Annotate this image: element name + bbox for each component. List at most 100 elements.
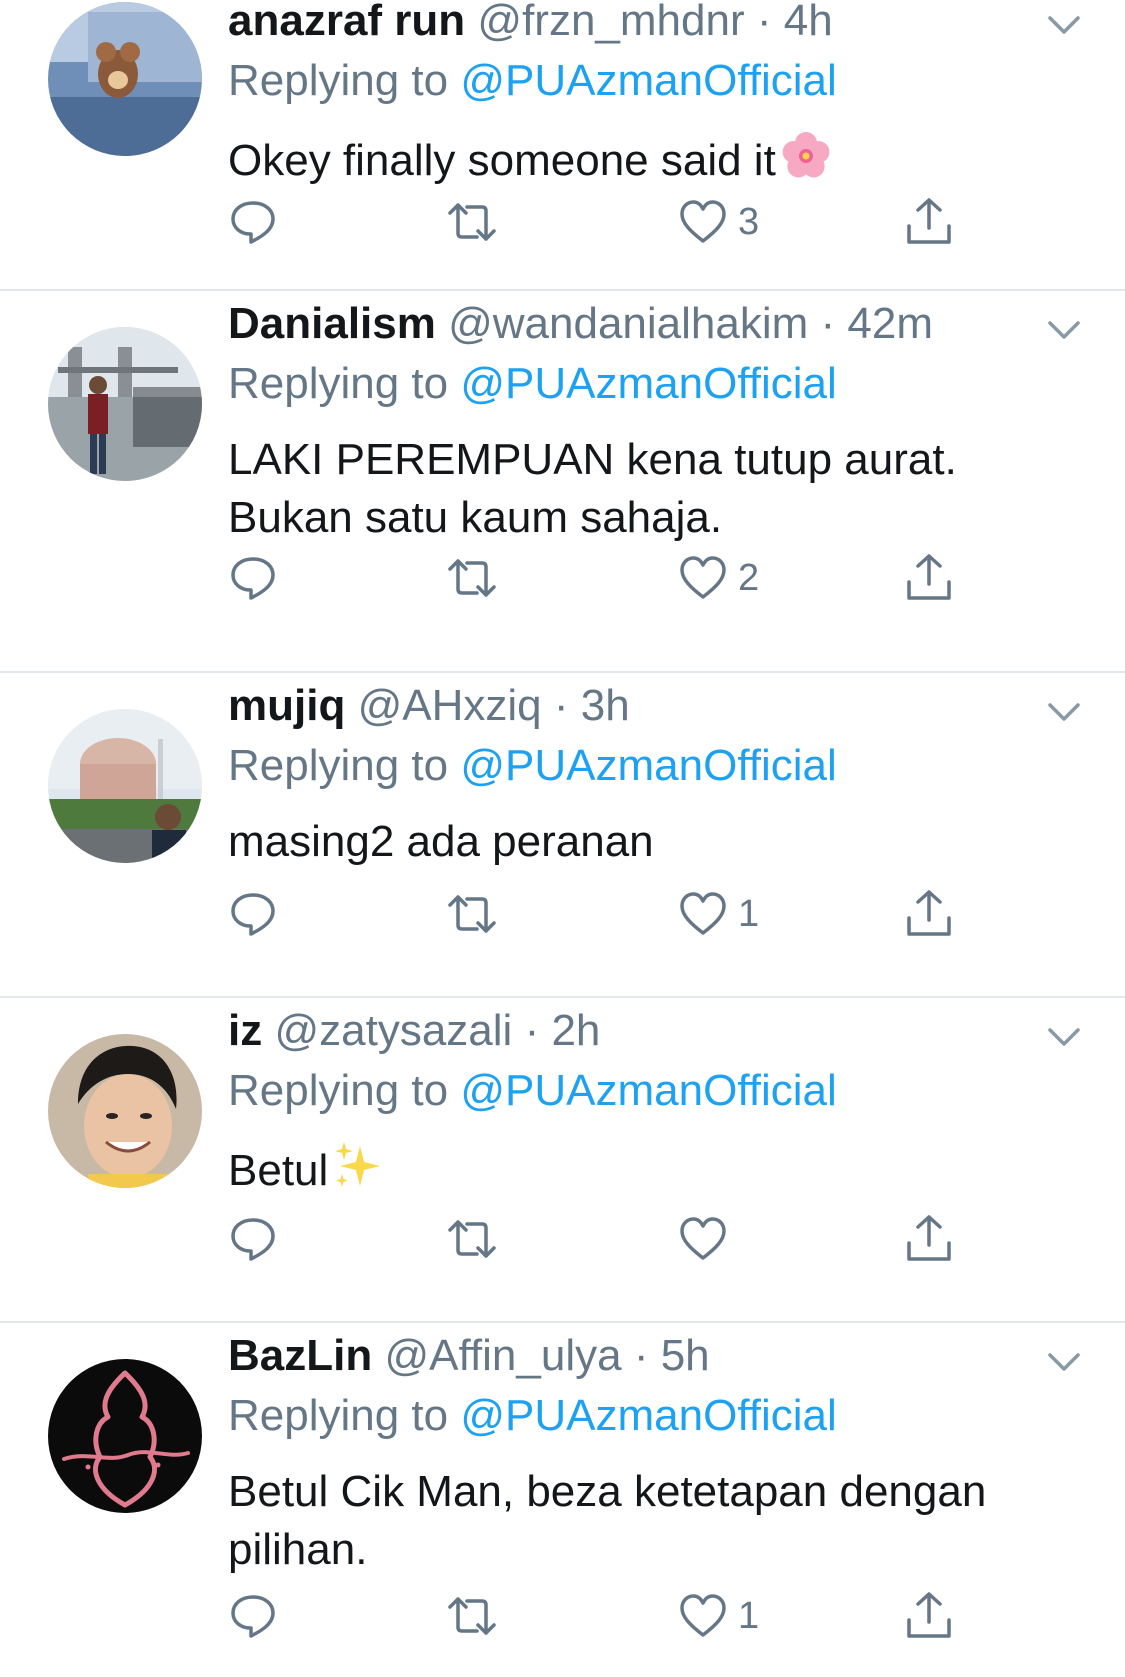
like-button[interactable]: 2 <box>678 550 759 606</box>
share-button[interactable] <box>904 1211 954 1267</box>
like-button[interactable]: 1 <box>678 1588 759 1644</box>
separator-dot: · <box>524 1006 540 1055</box>
retweet-icon <box>448 895 496 933</box>
tweet-text: Okey finally someone said it <box>228 128 1068 199</box>
reply-icon <box>231 893 275 936</box>
like-count: 3 <box>738 201 760 243</box>
timestamp[interactable]: 5h <box>661 1331 710 1380</box>
share-button[interactable] <box>904 1588 954 1644</box>
like-count: 1 <box>738 893 760 935</box>
user-handle[interactable]: @frzn_mhdnr <box>477 0 744 45</box>
display-name[interactable]: Danialism <box>228 299 436 348</box>
share-icon <box>907 890 951 936</box>
reply-button[interactable] <box>228 1211 278 1267</box>
share-icon <box>907 198 951 244</box>
replying-to: Replying to @PUAzmanOfficial <box>228 1062 837 1120</box>
reply-button[interactable] <box>228 194 278 250</box>
tweet-text: LAKI PEREMPUAN kena tutup aurat. Bukan s… <box>228 431 1068 547</box>
like-icon <box>680 556 726 599</box>
separator-dot: · <box>633 1331 649 1380</box>
tweet-text-content: masing2 ada peranan <box>228 817 654 866</box>
tweet-5[interactable]: BazLin @Affin_ulya · 5h Replying to @PUA… <box>0 1323 1125 1677</box>
replying-to-mention[interactable]: @PUAzmanOfficial <box>460 1066 836 1115</box>
share-button[interactable] <box>904 550 954 606</box>
retweet-button[interactable] <box>444 550 500 606</box>
reply-icon <box>231 1595 275 1638</box>
avatar-image-bridge-photo <box>48 327 202 481</box>
retweet-button[interactable] <box>444 1588 500 1644</box>
reply-button[interactable] <box>228 550 278 606</box>
replying-to-label: Replying to <box>228 359 461 408</box>
tweet-header: anazraf run @frzn_mhdnr · 4h <box>228 0 833 50</box>
replying-to-label: Replying to <box>228 1066 461 1115</box>
caret-down-icon[interactable] <box>1044 10 1084 38</box>
retweet-button[interactable] <box>444 194 500 250</box>
tweet-header: iz @zatysazali · 2h <box>228 1002 600 1060</box>
tweet-header: BazLin @Affin_ulya · 5h <box>228 1327 710 1385</box>
retweet-button[interactable] <box>444 886 500 942</box>
tweet-text: Betul <box>228 1138 1068 1209</box>
replying-to: Replying to @PUAzmanOfficial <box>228 1387 837 1445</box>
tweet-actions: 1 <box>228 886 988 942</box>
like-count: 1 <box>738 1595 760 1637</box>
separator-dot: · <box>553 681 569 730</box>
like-button[interactable] <box>678 1211 738 1267</box>
like-icon <box>680 1594 726 1637</box>
caret-down-icon[interactable] <box>1044 1347 1084 1375</box>
display-name[interactable]: BazLin <box>228 1331 372 1380</box>
tweet-3[interactable]: mujiq @AHxziq · 3h Replying to @PUAzmanO… <box>0 673 1125 998</box>
user-handle[interactable]: @AHxziq <box>358 681 542 730</box>
caret-down-icon[interactable] <box>1044 697 1084 725</box>
timestamp[interactable]: 2h <box>551 1006 600 1055</box>
tweet-4[interactable]: iz @zatysazali · 2h Replying to @PUAzman… <box>0 998 1125 1323</box>
tweet-text-content: Okey finally someone said it <box>228 136 776 186</box>
tweet-1[interactable]: anazraf run @frzn_mhdnr · 4h Replying to… <box>0 0 1125 291</box>
caret-down-icon[interactable] <box>1044 315 1084 343</box>
like-button[interactable]: 3 <box>678 194 759 250</box>
user-handle[interactable]: @Affin_ulya <box>384 1331 621 1380</box>
user-handle[interactable]: @wandanialhakim <box>448 299 808 348</box>
tweet-actions: 1 <box>228 1588 988 1644</box>
separator-dot: · <box>756 0 772 45</box>
display-name[interactable]: anazraf run <box>228 0 465 45</box>
avatar-image-smiling-person <box>48 1034 202 1188</box>
reply-icon <box>231 557 275 600</box>
share-icon <box>907 554 951 600</box>
timestamp[interactable]: 4h <box>784 0 833 45</box>
retweet-button[interactable] <box>444 1211 500 1267</box>
display-name[interactable]: iz <box>228 1006 262 1055</box>
tweet-header: Danialism @wandanialhakim · 42m <box>228 295 933 353</box>
replying-to-mention[interactable]: @PUAzmanOfficial <box>460 1391 836 1440</box>
replying-to-label: Replying to <box>228 56 461 105</box>
reply-icon <box>231 201 275 244</box>
replying-to-mention[interactable]: @PUAzmanOfficial <box>460 359 836 408</box>
timestamp[interactable]: 42m <box>847 299 933 348</box>
tweet-2[interactable]: Danialism @wandanialhakim · 42m Replying… <box>0 291 1125 673</box>
avatar[interactable] <box>48 1034 202 1188</box>
replying-to: Replying to @PUAzmanOfficial <box>228 52 837 110</box>
tweet-text: masing2 ada peranan <box>228 813 1068 871</box>
avatar[interactable] <box>48 709 202 863</box>
avatar[interactable] <box>48 2 202 156</box>
share-button[interactable] <box>904 194 954 250</box>
user-handle[interactable]: @zatysazali <box>274 1006 512 1055</box>
timestamp[interactable]: 3h <box>581 681 630 730</box>
sparkles-emoji <box>330 1138 386 1209</box>
replying-to-mention[interactable]: @PUAzmanOfficial <box>460 741 836 790</box>
replying-to-mention[interactable]: @PUAzmanOfficial <box>460 56 836 105</box>
separator-dot: · <box>820 299 836 348</box>
tweet-header: mujiq @AHxziq · 3h <box>228 677 630 735</box>
tweet-text-content: LAKI PEREMPUAN kena tutup aurat. Bukan s… <box>228 435 957 542</box>
avatar[interactable] <box>48 327 202 481</box>
avatar[interactable] <box>48 1359 202 1513</box>
like-button[interactable]: 1 <box>678 886 759 942</box>
like-count: 2 <box>738 557 760 599</box>
share-button[interactable] <box>904 886 954 942</box>
reply-button[interactable] <box>228 886 278 942</box>
tweet-actions: 3 <box>228 194 988 250</box>
tweet-text-content: Betul Cik Man, beza ketetapan dengan pil… <box>228 1467 987 1574</box>
caret-down-icon[interactable] <box>1044 1022 1084 1050</box>
display-name[interactable]: mujiq <box>228 681 345 730</box>
reply-button[interactable] <box>228 1588 278 1644</box>
share-icon <box>907 1592 951 1638</box>
